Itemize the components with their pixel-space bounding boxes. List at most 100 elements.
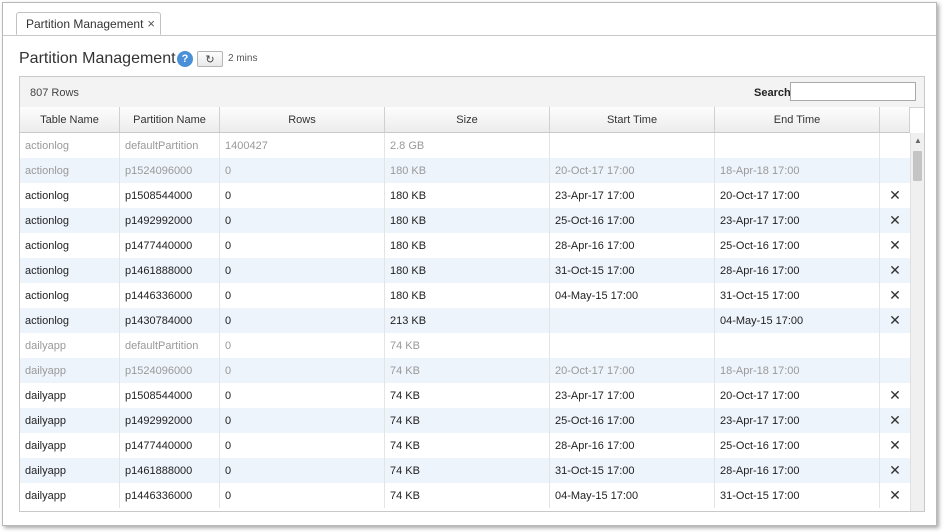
tab-partition-management[interactable]: Partition Management × xyxy=(16,12,161,35)
delete-icon xyxy=(880,158,910,183)
cell-rows: 0 xyxy=(220,308,385,333)
cell-rows: 0 xyxy=(220,458,385,483)
cell-partition-name: p1446336000 xyxy=(120,483,220,508)
cell-partition-name: p1524096000 xyxy=(120,358,220,383)
cell-size: 74 KB xyxy=(385,358,550,383)
table-row[interactable]: actionlog defaultPartition 1400427 2.8 GB xyxy=(20,133,910,158)
table-row[interactable]: actionlog p1446336000 0 180 KB 04-May-15 17:… xyxy=(20,283,910,308)
cell-table-name: dailyapp xyxy=(20,383,120,408)
cell-rows: 0 xyxy=(220,258,385,283)
vertical-scrollbar[interactable]: ▲ xyxy=(910,133,924,511)
scroll-up-arrow-icon[interactable]: ▲ xyxy=(914,136,922,145)
cell-end-time: 23-Apr-17 17:00 xyxy=(715,408,880,433)
cell-end-time: 28-Apr-16 17:00 xyxy=(715,458,880,483)
cell-size: 180 KB xyxy=(385,258,550,283)
table-row[interactable]: actionlog p1430784000 0 213 KB 04-May-15 17:… xyxy=(20,308,910,333)
cell-end-time: 20-Oct-17 17:00 xyxy=(715,383,880,408)
help-icon[interactable]: ? xyxy=(177,51,193,67)
cell-end-time: 04-May-15 17:00 xyxy=(715,308,880,333)
cell-start-time: 04-May-15 17:00 xyxy=(550,283,715,308)
delete-icon[interactable]: ✕ xyxy=(880,383,910,408)
delete-icon[interactable]: ✕ xyxy=(880,483,910,508)
table-row[interactable]: actionlog p1477440000 0 180 KB 28-Apr-16 17:… xyxy=(20,233,910,258)
delete-icon[interactable]: ✕ xyxy=(880,408,910,433)
cell-table-name: dailyapp xyxy=(20,458,120,483)
cell-table-name: dailyapp xyxy=(20,358,120,383)
delete-icon[interactable]: ✕ xyxy=(880,283,910,308)
refresh-button[interactable]: ↻ xyxy=(197,51,223,67)
cell-end-time: 25-Oct-16 17:00 xyxy=(715,233,880,258)
cell-table-name: actionlog xyxy=(20,208,120,233)
cell-table-name: actionlog xyxy=(20,283,120,308)
column-header-end-time[interactable]: End Time xyxy=(715,107,880,132)
table-row[interactable]: dailyapp p1446336000 0 74 KB 04-May-15 17:00… xyxy=(20,483,910,508)
cell-end-time: 28-Apr-16 17:00 xyxy=(715,258,880,283)
delete-icon[interactable]: ✕ xyxy=(880,258,910,283)
table-row[interactable]: dailyapp p1461888000 0 74 KB 31-Oct-15 17:00… xyxy=(20,458,910,483)
cell-partition-name: p1477440000 xyxy=(120,433,220,458)
scroll-thumb[interactable] xyxy=(913,151,922,181)
cell-size: 74 KB xyxy=(385,383,550,408)
delete-icon[interactable]: ✕ xyxy=(880,183,910,208)
cell-partition-name: p1461888000 xyxy=(120,458,220,483)
column-header-table-name[interactable]: Table Name xyxy=(20,107,120,132)
search-input[interactable] xyxy=(790,82,916,101)
cell-rows: 0 xyxy=(220,383,385,408)
column-header-size[interactable]: Size xyxy=(385,107,550,132)
cell-partition-name: defaultPartition xyxy=(120,133,220,158)
cell-table-name: actionlog xyxy=(20,308,120,333)
column-header-start-time[interactable]: Start Time xyxy=(550,107,715,132)
cell-end-time: 18-Apr-18 17:00 xyxy=(715,158,880,183)
table-row[interactable]: dailyapp p1477440000 0 74 KB 28-Apr-16 17:00… xyxy=(20,433,910,458)
delete-icon xyxy=(880,333,910,358)
cell-start-time: 31-Oct-15 17:00 xyxy=(550,258,715,283)
table-row[interactable]: dailyapp p1492992000 0 74 KB 25-Oct-16 17:00… xyxy=(20,408,910,433)
cell-rows: 0 xyxy=(220,158,385,183)
cell-size: 180 KB xyxy=(385,158,550,183)
cell-rows: 0 xyxy=(220,333,385,358)
delete-icon[interactable]: ✕ xyxy=(880,233,910,258)
table-row[interactable]: dailyapp p1508544000 0 74 KB 23-Apr-17 17:00… xyxy=(20,383,910,408)
delete-icon[interactable]: ✕ xyxy=(880,458,910,483)
cell-end-time: 31-Oct-15 17:00 xyxy=(715,483,880,508)
cell-size: 74 KB xyxy=(385,458,550,483)
table-row[interactable]: actionlog p1492992000 0 180 KB 25-Oct-16 17:… xyxy=(20,208,910,233)
cell-size: 213 KB xyxy=(385,308,550,333)
cell-size: 180 KB xyxy=(385,183,550,208)
cell-start-time: 20-Oct-17 17:00 xyxy=(550,358,715,383)
cell-rows: 0 xyxy=(220,208,385,233)
table-row[interactable]: dailyapp defaultPartition 0 74 KB xyxy=(20,333,910,358)
cell-start-time: 25-Oct-16 17:00 xyxy=(550,208,715,233)
cell-end-time: 25-Oct-16 17:00 xyxy=(715,433,880,458)
cell-partition-name: p1508544000 xyxy=(120,183,220,208)
column-header-partition-name[interactable]: Partition Name xyxy=(120,107,220,132)
delete-icon[interactable]: ✕ xyxy=(880,208,910,233)
cell-partition-name: p1524096000 xyxy=(120,158,220,183)
cell-table-name: dailyapp xyxy=(20,333,120,358)
cell-end-time xyxy=(715,133,880,158)
grid-toolbar: 807 Rows Search xyxy=(20,77,924,108)
table-row[interactable]: actionlog p1508544000 0 180 KB 23-Apr-17 17:… xyxy=(20,183,910,208)
delete-icon xyxy=(880,358,910,383)
table-row[interactable]: actionlog p1524096000 0 180 KB 20-Oct-17 17:… xyxy=(20,158,910,183)
column-header-rows[interactable]: Rows xyxy=(220,107,385,132)
delete-icon[interactable]: ✕ xyxy=(880,308,910,333)
delete-icon[interactable]: ✕ xyxy=(880,433,910,458)
tab-label: Partition Management xyxy=(26,16,144,31)
cell-size: 74 KB xyxy=(385,433,550,458)
cell-rows: 0 xyxy=(220,433,385,458)
cell-start-time: 31-Oct-15 17:00 xyxy=(550,458,715,483)
close-icon[interactable]: × xyxy=(147,17,155,30)
cell-table-name: actionlog xyxy=(20,158,120,183)
cell-partition-name: p1461888000 xyxy=(120,258,220,283)
table-row[interactable]: dailyapp p1524096000 0 74 KB 20-Oct-17 17:00… xyxy=(20,358,910,383)
cell-start-time xyxy=(550,333,715,358)
cell-table-name: dailyapp xyxy=(20,433,120,458)
cell-end-time xyxy=(715,333,880,358)
cell-start-time: 23-Apr-17 17:00 xyxy=(550,183,715,208)
cell-start-time: 28-Apr-16 17:00 xyxy=(550,233,715,258)
table-row[interactable]: actionlog p1461888000 0 180 KB 31-Oct-15 17:… xyxy=(20,258,910,283)
cell-size: 74 KB xyxy=(385,333,550,358)
cell-table-name: actionlog xyxy=(20,258,120,283)
cell-partition-name: defaultPartition xyxy=(120,333,220,358)
